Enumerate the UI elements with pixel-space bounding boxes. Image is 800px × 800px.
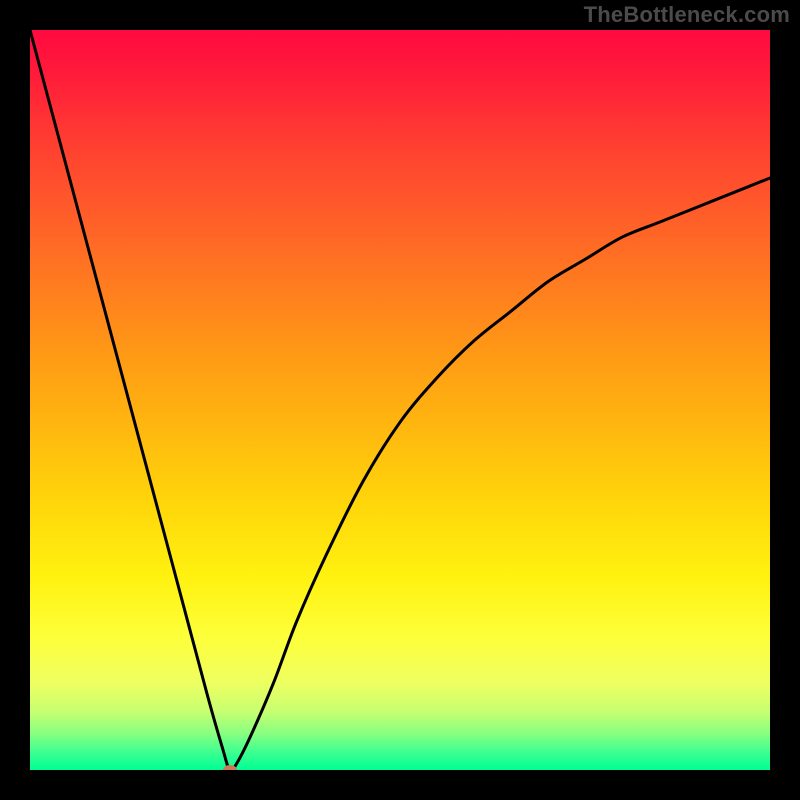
bottleneck-curve-svg — [30, 30, 770, 770]
plot-area — [30, 30, 770, 770]
optimal-point-marker — [223, 765, 237, 770]
bottleneck-curve-path — [30, 30, 770, 770]
watermark-text: TheBottleneck.com — [584, 2, 790, 28]
chart-frame: TheBottleneck.com — [0, 0, 800, 800]
